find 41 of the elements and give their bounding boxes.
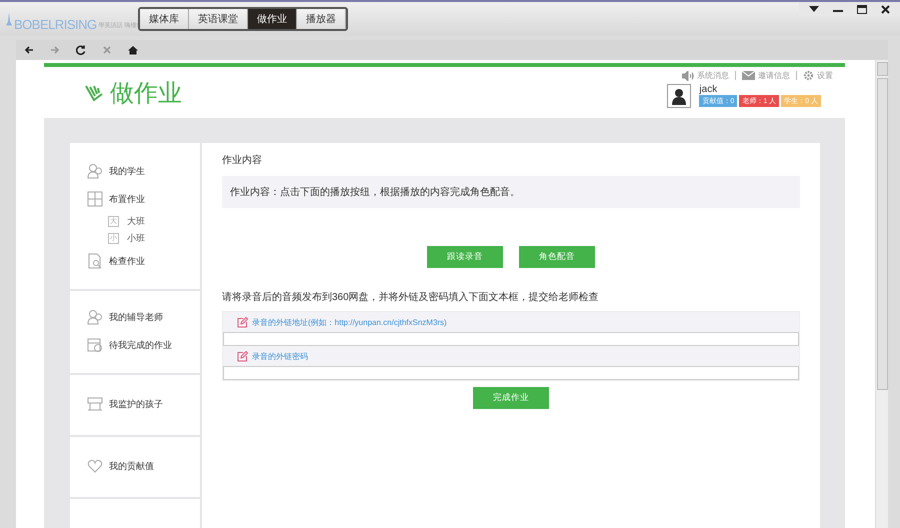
edit-icon: [237, 316, 248, 328]
back-icon[interactable]: [24, 45, 34, 55]
sidebar-item[interactable]: 待我完成的作业: [70, 331, 200, 359]
table-icon: [87, 396, 103, 412]
people-icon: [87, 309, 103, 325]
user-name: jack: [699, 84, 718, 95]
avatar-icon: [667, 84, 692, 108]
maximize-icon[interactable]: [857, 4, 867, 14]
sidebar-item[interactable]: 我的学生: [70, 157, 200, 185]
mail-icon: [742, 71, 755, 80]
home-icon[interactable]: [128, 45, 138, 55]
page-title: 做作业: [110, 78, 182, 108]
tab[interactable]: 英语课堂: [189, 9, 248, 29]
speaker-icon: [682, 70, 694, 80]
input-field[interactable]: [223, 366, 799, 380]
settings-icon: [803, 70, 814, 81]
section-title: 作业内容: [222, 154, 263, 167]
content-text: 作业内容：点击下面的播放按纽，根据播放的内容完成角色配音。: [222, 176, 800, 208]
sidebar-item[interactable]: 我的贡献值: [70, 449, 200, 483]
field-label: 录音的外链地址(例如：http://yunpan.cn/cjthfxSnzM3rs): [252, 316, 447, 328]
app-logo: BOBELRISING: [14, 17, 97, 32]
people-icon: [87, 163, 103, 179]
instruction-text: 请将录音后的音频发布到360网盘，并将外链及密码填入下面文本框，提交给老师检查: [222, 290, 600, 304]
refresh-icon[interactable]: [76, 45, 86, 55]
field-label: 录音的外链密码: [252, 350, 308, 362]
calendar-icon: [87, 337, 103, 353]
heart-icon: [87, 458, 103, 474]
dropdown-icon[interactable]: [809, 5, 819, 13]
tab[interactable]: 播放器: [297, 9, 346, 29]
sidebar-item[interactable]: 检查作业: [70, 247, 200, 275]
sidebar-item[interactable]: 布置作业: [70, 185, 200, 213]
close-icon[interactable]: [881, 4, 890, 14]
tab[interactable]: 做作业: [248, 9, 297, 29]
edit-icon: [237, 350, 248, 362]
grid-icon: [87, 191, 103, 207]
sidebar-item[interactable]: 我监护的孩子: [70, 387, 200, 421]
scrollbar[interactable]: [875, 60, 888, 528]
input-field[interactable]: [223, 332, 799, 346]
document-search-icon: [87, 253, 103, 269]
sidebar-item[interactable]: 我的辅导老师: [70, 303, 200, 331]
tab[interactable]: 媒体库: [140, 9, 189, 29]
